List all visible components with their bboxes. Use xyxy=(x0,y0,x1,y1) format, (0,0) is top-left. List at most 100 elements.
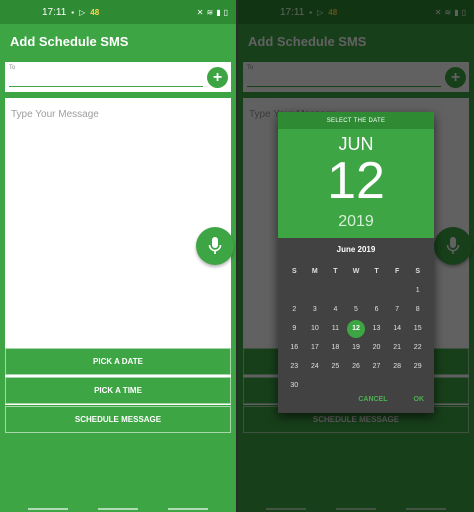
calendar-day-number: 5 xyxy=(354,306,358,313)
dialog-actions: CANCEL OK xyxy=(358,396,424,403)
calendar-day[interactable]: 21 xyxy=(387,338,408,357)
wifi-icon: ≋ xyxy=(206,7,214,17)
calendar-day[interactable]: 1 xyxy=(407,281,428,300)
calendar-day[interactable]: 9 xyxy=(284,319,305,338)
calendar-day[interactable]: 26 xyxy=(346,357,367,376)
screen-compose: 17:11 ▪ ▷ 48 ✕ ≋ ▮ ▯ Add Schedule SMS To… xyxy=(0,0,236,512)
weekday-header: W xyxy=(352,268,360,275)
calendar-empty-cell xyxy=(305,281,326,300)
weekday-header: M xyxy=(311,268,318,275)
message-placeholder: Type Your Message xyxy=(11,109,99,120)
weekday-header: T xyxy=(374,268,379,275)
schedule-message-button[interactable]: SCHEDULE MESSAGE xyxy=(5,406,231,433)
calendar-day[interactable]: 22 xyxy=(407,338,428,357)
calendar-day-number: 23 xyxy=(290,363,299,370)
calendar-day[interactable]: 24 xyxy=(305,357,326,376)
calendar-day[interactable]: 14 xyxy=(387,319,408,338)
calendar-day-number: 21 xyxy=(393,344,402,351)
selected-day[interactable]: 12 xyxy=(278,155,434,207)
calendar-day[interactable]: 8 xyxy=(407,300,428,319)
calendar-day-number: 24 xyxy=(310,363,319,370)
calendar-day-number: 1 xyxy=(415,287,420,294)
calendar-day[interactable]: 11 xyxy=(325,319,346,338)
calendar-day[interactable]: 19 xyxy=(346,338,367,357)
calendar-day-number: 10 xyxy=(310,325,319,332)
calendar-month-title: June 2019 xyxy=(336,245,376,254)
calendar-day-number: 28 xyxy=(393,363,402,370)
calendar-empty-cell xyxy=(366,281,387,300)
weekday-header: F xyxy=(394,268,400,275)
calendar-empty-cell xyxy=(284,281,305,300)
add-contact-button[interactable]: + xyxy=(207,67,228,88)
nav-handle xyxy=(98,508,138,510)
calendar-day-number: 14 xyxy=(393,325,402,332)
calendar-day-number: 15 xyxy=(413,325,422,332)
pick-date-button[interactable]: PICK A DATE xyxy=(5,348,231,375)
calendar-day-number: 11 xyxy=(331,325,340,332)
ok-button[interactable]: OK xyxy=(414,396,425,403)
calendar-day-number: 6 xyxy=(374,306,379,313)
calendar-day-number: 13 xyxy=(372,325,381,332)
voice-input-button[interactable] xyxy=(196,227,234,265)
play-notification-icon: ▷ xyxy=(79,7,86,17)
weekday-header: S xyxy=(415,268,421,275)
calendar-day[interactable]: 15 xyxy=(407,319,428,338)
calendar-day-number: 19 xyxy=(352,344,360,351)
selected-date-header: JUN 12 2019 xyxy=(278,129,434,238)
calendar-day[interactable]: 13 xyxy=(366,319,387,338)
compose-form: To + Type Your Message xyxy=(0,58,236,512)
microphone-icon xyxy=(208,237,222,254)
calendar-day-number: 7 xyxy=(395,306,400,313)
to-label: To xyxy=(9,65,16,71)
calendar-day-selected[interactable]: 12 xyxy=(346,319,367,338)
calendar-day[interactable]: 7 xyxy=(387,300,408,319)
calendar-day-number: 29 xyxy=(413,363,422,370)
calendar-day[interactable]: 17 xyxy=(305,338,326,357)
plus-icon: + xyxy=(212,68,223,86)
calendar-day-number: 25 xyxy=(331,363,340,370)
date-picker-dialog: SELECT THE DATE JUN 12 2019 June 2019 S M… xyxy=(278,112,434,413)
calendar-day[interactable]: 5 xyxy=(346,300,367,319)
cancel-button[interactable]: CANCEL xyxy=(358,396,387,403)
signal-icon: ▮ xyxy=(216,7,221,17)
calendar-day[interactable]: 4 xyxy=(325,300,346,319)
calendar-day-number: 27 xyxy=(372,363,381,370)
calendar-day[interactable]: 10 xyxy=(305,319,326,338)
calendar-day[interactable]: 27 xyxy=(366,357,387,376)
calendar-day-number: 18 xyxy=(331,344,340,351)
calendar-day-number: 30 xyxy=(290,382,299,389)
status-bar: 17:11 ▪ ▷ 48 ✕ ≋ ▮ ▯ xyxy=(0,0,236,24)
calendar-day-number: 16 xyxy=(290,344,299,351)
action-buttons: PICK A DATE PICK A TIME SCHEDULE MESSAGE xyxy=(5,348,231,435)
calendar-day[interactable]: 30 xyxy=(284,376,305,395)
calendar-day[interactable]: 29 xyxy=(407,357,428,376)
calendar-day-number: 2 xyxy=(292,306,297,313)
screen-date-picker: 17:11 ▪ ▷ 48 ✕ ≋ ▮ ▯ Add Schedule SMS To… xyxy=(238,0,474,512)
calendar-day[interactable]: 25 xyxy=(325,357,346,376)
calendar-day-number: 8 xyxy=(415,306,420,313)
dialog-header-label: SELECT THE DATE xyxy=(278,112,434,129)
selected-year[interactable]: 2019 xyxy=(278,213,434,231)
calendar-day[interactable]: 16 xyxy=(284,338,305,357)
calendar-day-number: 4 xyxy=(333,306,338,313)
calendar-day-number: 26 xyxy=(352,363,360,370)
pick-time-button[interactable]: PICK A TIME xyxy=(5,377,231,404)
calendar-day[interactable]: 28 xyxy=(387,357,408,376)
recipient-field[interactable]: To + xyxy=(5,62,231,92)
mute-icon: ✕ xyxy=(196,7,204,17)
calendar-day-number: 17 xyxy=(310,344,319,351)
status-time: 17:11 xyxy=(42,6,67,18)
calendar-day[interactable]: 20 xyxy=(366,338,387,357)
calendar-day-number: 3 xyxy=(312,306,317,313)
calendar-day[interactable]: 18 xyxy=(325,338,346,357)
app-title: Add Schedule SMS xyxy=(10,33,129,49)
calendar-day[interactable]: 3 xyxy=(305,300,326,319)
calendar-day[interactable]: 23 xyxy=(284,357,305,376)
calendar-day[interactable]: 2 xyxy=(284,300,305,319)
calendar-day-number: 12 xyxy=(346,319,365,338)
nav-handle xyxy=(168,508,208,510)
weekday-header: S xyxy=(291,268,297,275)
calendar-day[interactable]: 6 xyxy=(366,300,387,319)
notification-badge: 48 xyxy=(90,7,100,17)
calendar-empty-cell xyxy=(387,281,408,300)
